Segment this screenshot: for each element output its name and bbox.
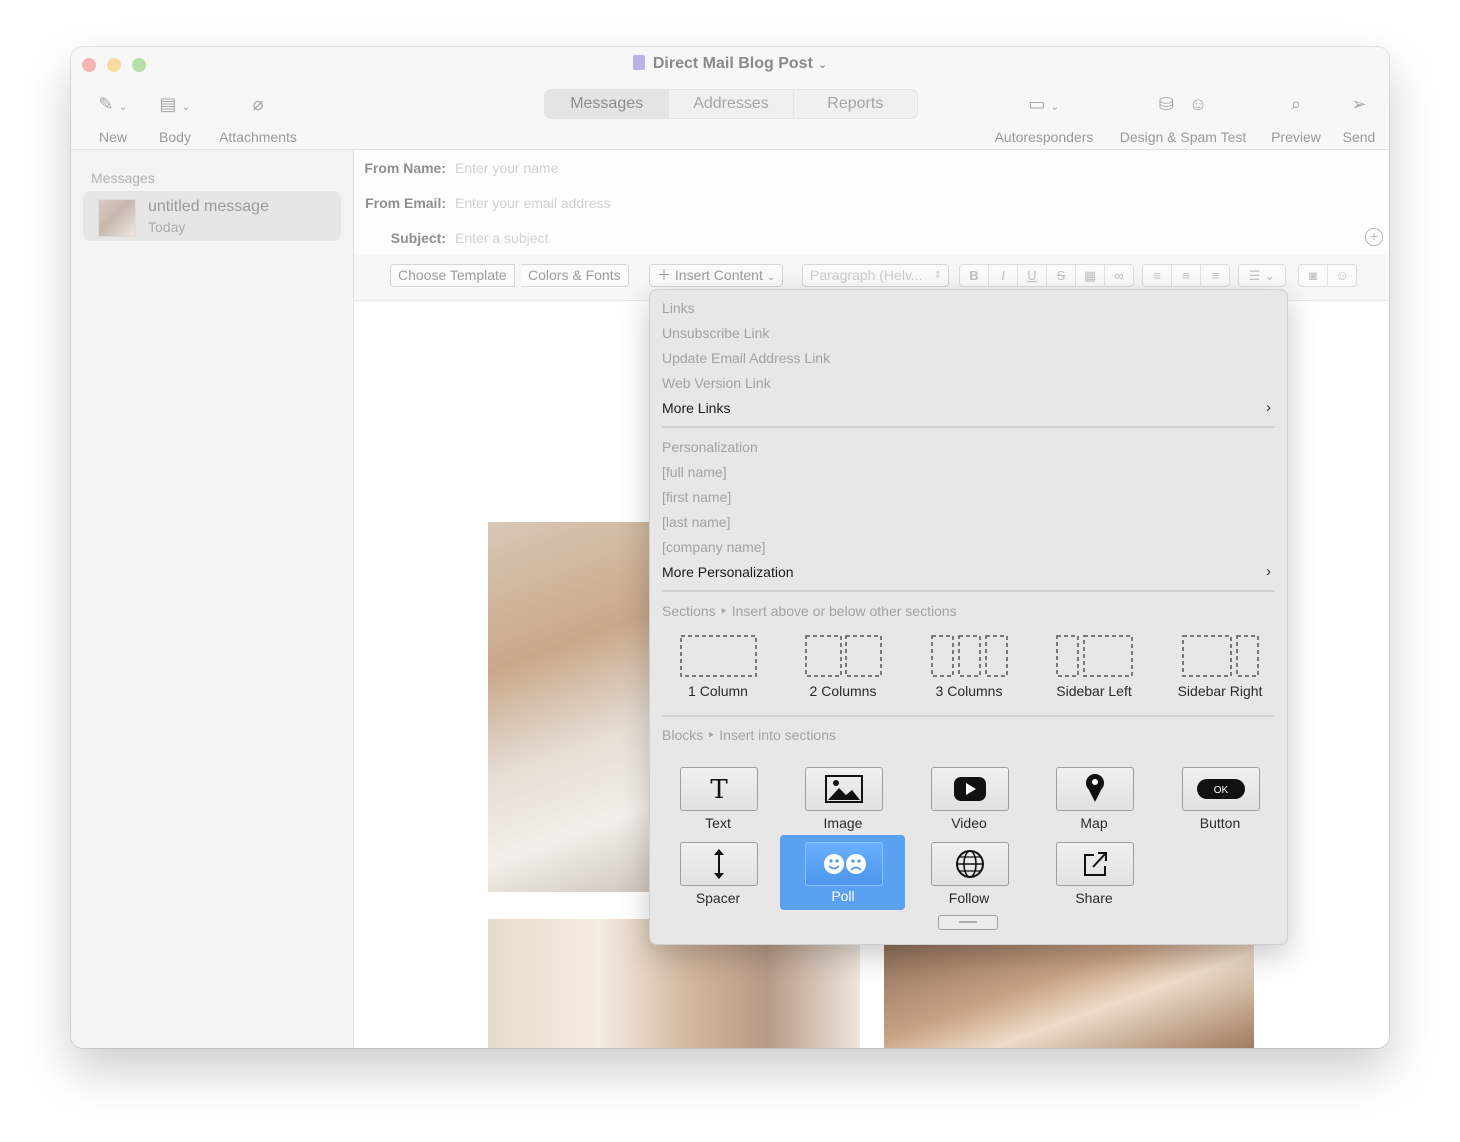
strikethrough-button[interactable]: S bbox=[1046, 265, 1075, 286]
menu-item-more-personalization[interactable]: More Personalization › bbox=[662, 563, 1271, 580]
link-icon[interactable]: ∞ bbox=[1104, 265, 1133, 286]
globe-icon bbox=[931, 842, 1009, 886]
map-pin-icon bbox=[1056, 767, 1134, 811]
media-group: ◙ ☺ bbox=[1298, 264, 1357, 287]
attachments-button[interactable]: ⌀ Attachments bbox=[216, 91, 300, 145]
new-button[interactable]: ✎ ⌄ New bbox=[91, 91, 135, 145]
menu-separator bbox=[662, 715, 1275, 717]
sections-heading: Sections ‣ Insert above or below other s… bbox=[662, 603, 957, 619]
chevron-down-icon: ⌄ bbox=[817, 59, 828, 71]
alignment-group: ≡ ≡ ≡ bbox=[1142, 264, 1230, 287]
menu-item-unsubscribe-link[interactable]: Unsubscribe Link bbox=[662, 325, 769, 341]
insert-content-menu: Links Unsubscribe Link Update Email Addr… bbox=[649, 289, 1288, 945]
design-spam-test-button[interactable]: ⛁ ☺ Design & Spam Test bbox=[1115, 91, 1251, 145]
chevron-right-icon: › bbox=[1266, 563, 1271, 580]
from-email-row: From Email: Enter your email address bbox=[354, 185, 1389, 221]
photo-man-at-bar bbox=[488, 522, 650, 892]
messages-sidebar: Messages untitled message Today bbox=[71, 150, 354, 1048]
send-button[interactable]: ➢ Send bbox=[1337, 91, 1381, 145]
add-field-icon[interactable]: + bbox=[1365, 228, 1383, 246]
text-block-icon: T bbox=[680, 767, 758, 811]
from-email-label: From Email: bbox=[365, 195, 446, 211]
bold-button[interactable]: B bbox=[960, 265, 988, 286]
align-right-icon[interactable]: ≡ bbox=[1200, 265, 1229, 286]
text-style-group: B I U S ▦ ∞ bbox=[959, 264, 1134, 287]
message-thumbnail bbox=[98, 199, 136, 237]
photo-man-outdoors bbox=[884, 944, 1254, 1048]
tab-messages[interactable]: Messages bbox=[545, 90, 669, 118]
titlebar: Direct Mail Blog Post ⌄ ✎ ⌄ New ▤ ⌄ Body … bbox=[71, 47, 1389, 150]
spacer-arrows-icon bbox=[680, 842, 758, 886]
three-columns-icon bbox=[931, 635, 1008, 677]
updown-chevron-icon: ⇕ bbox=[933, 270, 942, 281]
paper-plane-icon: ➢ bbox=[1351, 94, 1367, 114]
from-email-input[interactable]: Enter your email address bbox=[455, 195, 611, 211]
view-segmented-control: Messages Addresses Reports bbox=[544, 89, 918, 119]
from-name-row: From Name: Enter your name bbox=[354, 150, 1389, 186]
body-button[interactable]: ▤ ⌄ Body bbox=[155, 91, 195, 145]
subject-label: Subject: bbox=[390, 230, 446, 246]
menu-item-full-name[interactable]: [full name] bbox=[662, 464, 727, 480]
message-list-item[interactable]: untitled message Today bbox=[83, 191, 341, 241]
autoresponders-button[interactable]: ▭ ⌄ Autoresponders bbox=[989, 91, 1099, 145]
list-group: ☰ ⌄ bbox=[1238, 264, 1286, 287]
autoresponder-icon: ▭ ⌄ bbox=[1028, 94, 1060, 114]
sidebar-heading: Messages bbox=[91, 170, 155, 186]
subject-input[interactable]: Enter a subject bbox=[455, 230, 548, 246]
menu-item-company-name[interactable]: [company name] bbox=[662, 539, 766, 555]
chevron-right-icon: › bbox=[1266, 399, 1271, 416]
svg-text:OK: OK bbox=[1214, 785, 1229, 796]
personalization-heading: Personalization bbox=[662, 439, 758, 455]
color-palette-icon[interactable]: ▦ bbox=[1075, 265, 1104, 286]
underline-button[interactable]: U bbox=[1017, 265, 1046, 286]
menu-item-web-version-link[interactable]: Web Version Link bbox=[662, 375, 771, 391]
tab-reports[interactable]: Reports bbox=[792, 90, 917, 118]
tab-addresses[interactable]: Addresses bbox=[668, 90, 792, 118]
one-column-icon bbox=[680, 635, 757, 677]
from-name-input[interactable]: Enter your name bbox=[455, 160, 559, 176]
from-name-label: From Name: bbox=[364, 160, 446, 176]
document-icon bbox=[632, 55, 645, 70]
align-center-icon[interactable]: ≡ bbox=[1171, 265, 1200, 286]
preview-button[interactable]: ⌕ Preview bbox=[1268, 91, 1324, 145]
message-date: Today bbox=[148, 219, 186, 235]
links-heading: Links bbox=[662, 300, 695, 316]
svg-text:T: T bbox=[710, 775, 728, 805]
insert-content-button[interactable]: ＋ Insert Content ⌄ bbox=[649, 264, 784, 287]
design-test-icon: ⛁ ☺ bbox=[1158, 94, 1208, 114]
choose-template-button[interactable]: Choose Template bbox=[390, 264, 515, 287]
preview-icon: ⌕ bbox=[1290, 94, 1302, 114]
menu-item-first-name[interactable]: [first name] bbox=[662, 489, 731, 505]
align-left-icon[interactable]: ≡ bbox=[1143, 265, 1171, 286]
two-columns-icon bbox=[805, 635, 882, 677]
chevron-down-icon: ⌄ bbox=[766, 272, 776, 283]
window-title[interactable]: Direct Mail Blog Post ⌄ bbox=[71, 55, 1389, 73]
menu-separator bbox=[662, 426, 1275, 428]
share-external-icon bbox=[1056, 842, 1134, 886]
colors-fonts-button[interactable]: Colors & Fonts bbox=[521, 264, 629, 287]
video-block-icon bbox=[931, 767, 1009, 811]
ok-button-icon: OK bbox=[1182, 767, 1260, 811]
message-title: untitled message bbox=[148, 198, 269, 215]
list-icon[interactable]: ☰ ⌄ bbox=[1239, 265, 1285, 286]
block-poll[interactable]: Poll bbox=[780, 835, 905, 910]
emoji-icon[interactable]: ☺ bbox=[1327, 265, 1356, 286]
image-block-icon bbox=[805, 767, 883, 811]
paragraph-style-select[interactable]: Paragraph (Helv... ⇕ bbox=[802, 264, 949, 287]
blocks-heading: Blocks ‣ Insert into sections bbox=[662, 727, 836, 743]
body-layout-icon: ▤ ⌄ bbox=[159, 94, 191, 114]
paperclip-icon: ⌀ bbox=[252, 94, 264, 114]
camera-icon[interactable]: ◙ bbox=[1299, 265, 1327, 286]
sidebar-left-icon bbox=[1056, 635, 1133, 677]
compose-icon: ✎ ⌄ bbox=[98, 94, 128, 114]
menu-item-more-links[interactable]: More Links › bbox=[662, 399, 1271, 416]
poll-faces-icon bbox=[805, 842, 883, 886]
menu-item-last-name[interactable]: [last name] bbox=[662, 514, 730, 530]
menu-item-update-email-link[interactable]: Update Email Address Link bbox=[662, 350, 830, 366]
italic-button[interactable]: I bbox=[988, 265, 1017, 286]
sidebar-right-icon bbox=[1182, 635, 1259, 677]
resize-handle[interactable] bbox=[938, 915, 998, 930]
menu-separator bbox=[662, 590, 1275, 592]
subject-row: Subject: Enter a subject + bbox=[354, 220, 1389, 256]
